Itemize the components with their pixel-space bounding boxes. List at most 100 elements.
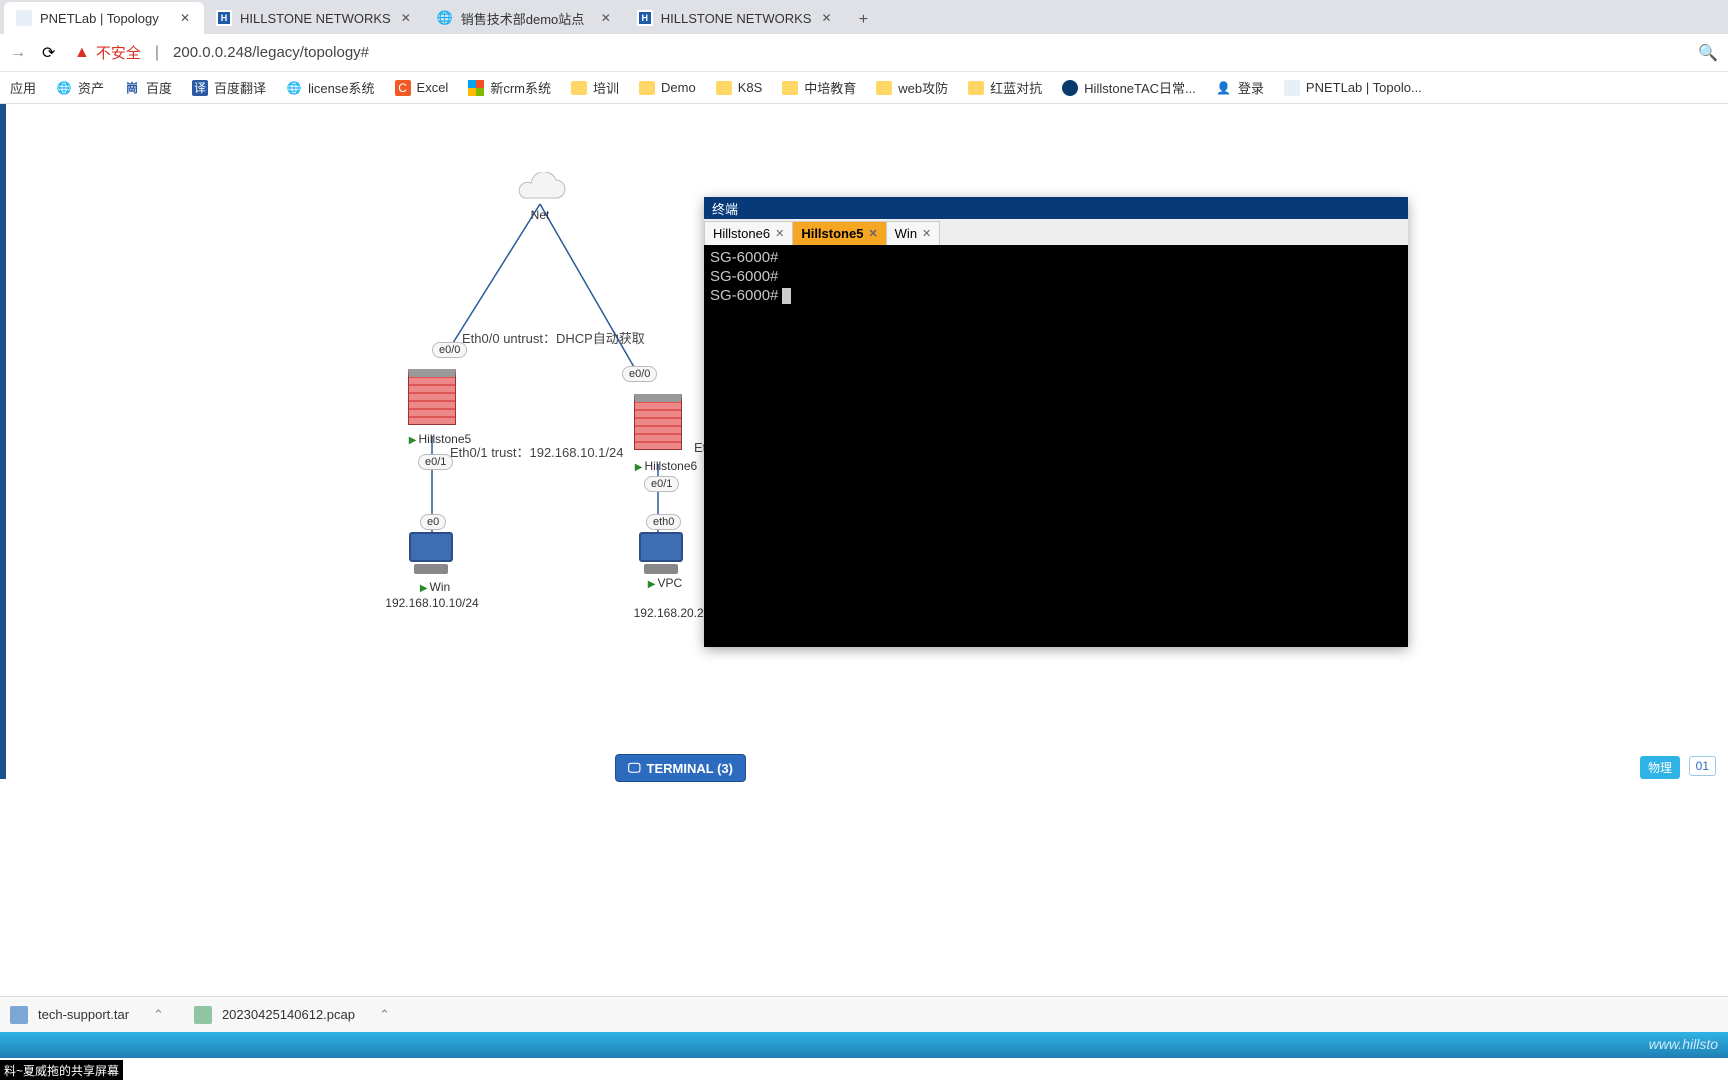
play-icon: ▶ xyxy=(635,462,643,473)
search-icon[interactable]: 🔍 xyxy=(1698,43,1718,63)
net-label: Net xyxy=(520,208,560,222)
bookmark-zhongpei[interactable]: 中培教育 xyxy=(782,78,856,97)
hillstone-icon: H xyxy=(216,10,232,26)
close-icon[interactable]: ✕ xyxy=(399,11,413,25)
forward-icon[interactable]: → xyxy=(10,44,28,62)
node-net-cloud[interactable] xyxy=(512,172,568,206)
tab-hillstone2[interactable]: H HILLSTONE NETWORKS ✕ xyxy=(625,2,846,34)
close-icon[interactable]: ✕ xyxy=(599,11,613,25)
user-icon: 👤 xyxy=(1216,80,1232,96)
baidu-icon: 崗 xyxy=(124,80,140,96)
node-win[interactable] xyxy=(406,532,456,576)
tab-title: PNETLab | Topology xyxy=(40,11,170,26)
bookmark-baidu[interactable]: 崗百度 xyxy=(124,78,172,97)
hillstone-icon xyxy=(1062,80,1078,96)
firewall-icon xyxy=(634,394,682,450)
globe-icon: 🌐 xyxy=(286,80,302,96)
bookmark-demo[interactable]: Demo xyxy=(639,80,696,95)
globe-icon: 🌐 xyxy=(56,80,72,96)
vpc-label: ▶VPC xyxy=(630,576,700,590)
node-hillstone5[interactable] xyxy=(408,369,456,431)
globe-icon: 🌐 xyxy=(437,10,453,26)
microsoft-icon xyxy=(468,80,484,96)
chevron-up-icon[interactable]: ⌃ xyxy=(379,1007,390,1023)
screen-share-label: 料~夏威拖的共享屏幕 xyxy=(0,1060,123,1080)
bookmark-k8s[interactable]: K8S xyxy=(716,80,763,95)
port-h5-e01[interactable]: e0/1 xyxy=(418,454,453,470)
chevron-up-icon[interactable]: ⌃ xyxy=(153,1007,164,1023)
pc-base-icon xyxy=(414,564,448,574)
monitor-icon: 🖵 xyxy=(628,760,641,776)
tab-title: HILLSTONE NETWORKS xyxy=(661,11,812,26)
terminal-window[interactable]: 终端 Hillstone6✕ Hillstone5✕ Win✕ SG-6000#… xyxy=(704,197,1408,647)
bookmark-assets[interactable]: 🌐资产 xyxy=(56,78,104,97)
footer-url: www.hillsto xyxy=(1649,1036,1718,1052)
bookmark-redblue[interactable]: 红蓝对抗 xyxy=(968,78,1042,97)
term-tab-win[interactable]: Win✕ xyxy=(886,221,941,245)
bookmark-excel[interactable]: CExcel xyxy=(395,80,449,96)
page-number-badge: 01 xyxy=(1689,756,1716,776)
warning-icon: ▲ xyxy=(74,44,90,62)
terminal-titlebar[interactable]: 终端 xyxy=(704,197,1408,219)
win-label: ▶Win xyxy=(400,580,470,594)
play-icon: ▶ xyxy=(409,435,417,446)
tab-hillstone1[interactable]: H HILLSTONE NETWORKS ✕ xyxy=(204,2,425,34)
terminal-button[interactable]: 🖵 TERMINAL (3) xyxy=(615,754,746,782)
page-content: Net Eth0/0 untrust：DHCP自动获取 Eth0/1 trust… xyxy=(0,104,1728,1080)
apps-link[interactable]: 应用 xyxy=(10,78,36,97)
browser-tabs-bar: PNETLab | Topology ✕ H HILLSTONE NETWORK… xyxy=(0,0,1728,34)
close-icon[interactable]: ✕ xyxy=(868,227,877,240)
close-icon[interactable]: ✕ xyxy=(819,11,833,25)
physical-badge[interactable]: 物理 xyxy=(1640,756,1680,779)
tab-demo[interactable]: 🌐 销售技术部demo站点 ✕ xyxy=(425,2,625,34)
node-vpc[interactable] xyxy=(636,532,686,576)
port-h5-e00[interactable]: e0/0 xyxy=(432,342,467,358)
tab-title: 销售技术部demo站点 xyxy=(461,9,591,28)
bookmark-fanyi[interactable]: 译百度翻译 xyxy=(192,78,266,97)
close-icon[interactable]: ✕ xyxy=(922,227,931,240)
folder-icon xyxy=(782,81,798,95)
tab-title: HILLSTONE NETWORKS xyxy=(240,11,391,26)
tab-pnetlab[interactable]: PNETLab | Topology ✕ xyxy=(4,2,204,34)
terminal-tabs: Hillstone6✕ Hillstone5✕ Win✕ xyxy=(704,219,1408,245)
close-icon[interactable]: ✕ xyxy=(178,11,192,25)
url-separator: | xyxy=(155,44,159,62)
node-hillstone6[interactable] xyxy=(634,394,682,456)
folder-icon xyxy=(876,81,892,95)
hillstone5-label: ▶Hillstone5 xyxy=(400,432,480,446)
bookmark-license[interactable]: 🌐license系统 xyxy=(286,78,374,97)
term-tab-hillstone5[interactable]: Hillstone5✕ xyxy=(792,221,886,245)
download-item-pcap[interactable]: 20230425140612.pcap ⌃ xyxy=(194,1006,390,1024)
play-icon: ▶ xyxy=(420,583,428,594)
term-tab-hillstone6[interactable]: Hillstone6✕ xyxy=(704,221,793,245)
address-bar: → ⟳ ▲ 不安全 | 200.0.0.248/legacy/topology#… xyxy=(0,34,1728,72)
port-h6-e00[interactable]: e0/0 xyxy=(622,366,657,382)
file-icon xyxy=(194,1006,212,1024)
terminal-line: SG-6000# xyxy=(710,249,1402,268)
close-icon[interactable]: ✕ xyxy=(775,227,784,240)
port-vpc-eth0[interactable]: eth0 xyxy=(646,514,681,530)
folder-icon xyxy=(639,81,655,95)
excel-icon: C xyxy=(395,80,411,96)
reload-icon[interactable]: ⟳ xyxy=(42,43,60,63)
folder-icon xyxy=(716,81,732,95)
download-item-tech-support[interactable]: tech-support.tar ⌃ xyxy=(10,1006,164,1024)
bookmark-pnetlab[interactable]: PNETLab | Topolo... xyxy=(1284,80,1422,96)
bookmark-login[interactable]: 👤登录 xyxy=(1216,78,1264,97)
annot-untrust: Eth0/0 untrust：DHCP自动获取 xyxy=(462,328,645,347)
port-win-e0[interactable]: e0 xyxy=(420,514,446,530)
security-indicator[interactable]: ▲ 不安全 xyxy=(74,42,141,63)
bookmark-crm[interactable]: 新crm系统 xyxy=(468,78,551,97)
file-icon xyxy=(10,1006,28,1024)
folder-icon xyxy=(968,81,984,95)
pnet-icon xyxy=(16,10,32,26)
bookmark-tac[interactable]: HillstoneTAC日常... xyxy=(1062,78,1196,97)
terminal-body[interactable]: SG-6000# SG-6000# SG-6000# xyxy=(704,245,1408,647)
terminal-line: SG-6000# xyxy=(710,287,1402,306)
new-tab-button[interactable]: + xyxy=(849,6,877,34)
bookmark-training[interactable]: 培训 xyxy=(571,78,619,97)
bookmark-webattack[interactable]: web攻防 xyxy=(876,78,948,97)
url-text[interactable]: 200.0.0.248/legacy/topology# xyxy=(173,44,369,61)
port-h6-e01[interactable]: e0/1 xyxy=(644,476,679,492)
win-ip: 192.168.10.10/24 xyxy=(372,596,492,610)
